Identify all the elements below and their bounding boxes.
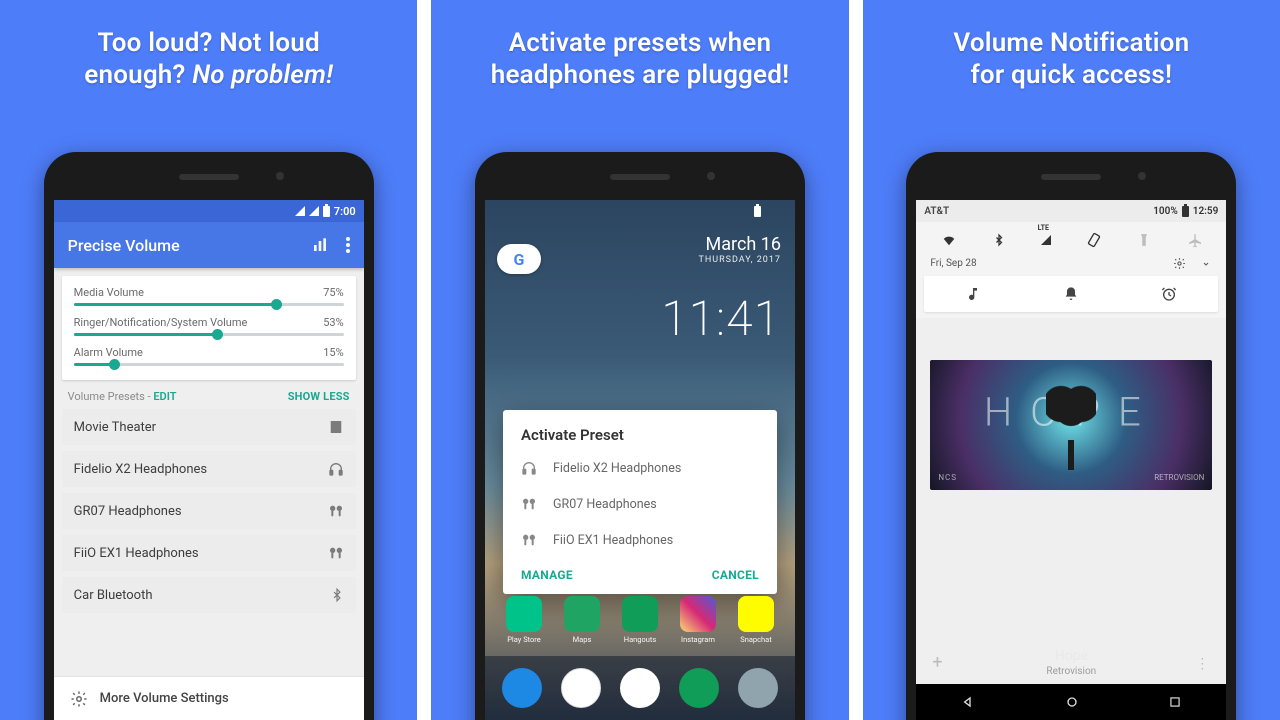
preset-gr07[interactable]: GR07 Headphones	[62, 493, 356, 529]
dock-camera[interactable]	[738, 668, 778, 708]
edit-link[interactable]: EDIT	[153, 390, 176, 403]
battery-icon	[323, 206, 330, 217]
app-hangouts[interactable]: Hangouts	[621, 596, 659, 644]
dock-chrome[interactable]	[561, 668, 601, 708]
cellular-toggle-icon[interactable]: LTE	[1041, 230, 1051, 249]
equalizer-icon[interactable]	[312, 237, 328, 253]
bluetooth-icon	[330, 587, 344, 603]
earbuds-icon	[521, 496, 539, 512]
expand-chevron-icon[interactable]	[1200, 260, 1212, 268]
dialog-manage-button[interactable]: MANAGE	[521, 568, 573, 582]
app-maps[interactable]: Maps	[563, 596, 601, 644]
nav-bar	[916, 684, 1226, 720]
dialog-title: Activate Preset	[503, 426, 777, 450]
earbuds-icon	[521, 532, 539, 548]
earbuds-icon	[328, 503, 344, 519]
show-less-button[interactable]: SHOW LESS	[288, 390, 350, 403]
activate-preset-dialog: Activate Preset Fidelio X2 Headphones GR…	[503, 410, 777, 594]
nav-recents-icon[interactable]	[1168, 695, 1182, 709]
app-playstore[interactable]: Play Store	[505, 596, 543, 644]
headphones-icon	[521, 460, 539, 476]
volume-notification-row	[924, 276, 1218, 312]
battery-icon	[754, 206, 761, 217]
dialog-item-fidelio[interactable]: Fidelio X2 Headphones	[503, 450, 777, 486]
flashlight-toggle-icon[interactable]	[1137, 232, 1151, 248]
more-settings-button[interactable]: More Volume Settings	[54, 676, 364, 720]
gear-icon	[70, 690, 88, 708]
rotation-toggle-icon[interactable]	[1086, 232, 1102, 248]
battery-icon	[1182, 206, 1189, 217]
headphones-icon	[328, 461, 344, 477]
tagline-1: Too loud? Not loud enough? No problem!	[62, 0, 355, 107]
bell-icon[interactable]	[1063, 286, 1079, 302]
dialog-item-gr07[interactable]: GR07 Headphones	[503, 486, 777, 522]
dock-drawer[interactable]	[620, 668, 660, 708]
home-dock	[485, 656, 795, 720]
app-instagram[interactable]: Instagram	[679, 596, 717, 644]
quick-settings-panel: AT&T 100% 12:59 LTE Fri, Sep 2	[916, 200, 1226, 318]
nav-home-icon[interactable]	[1064, 694, 1080, 710]
nav-back-icon[interactable]	[960, 694, 976, 710]
overflow-icon[interactable]	[346, 237, 350, 253]
album-art: HOPE NCS RETROVISION	[930, 360, 1212, 490]
music-note-icon[interactable]	[965, 286, 981, 302]
status-bar: 7:00	[54, 200, 364, 222]
status-bar: AT&T 100% 12:59	[916, 200, 1226, 222]
dialog-item-fiio[interactable]: FiiO EX1 Headphones	[503, 522, 777, 558]
dock-messages[interactable]	[679, 668, 719, 708]
dialog-cancel-button[interactable]: CANCEL	[712, 568, 759, 582]
carrier-label: AT&T	[924, 206, 949, 217]
promo-panel-3: Volume Notificationfor quick access! AT&…	[863, 0, 1280, 720]
airplane-toggle-icon[interactable]	[1187, 232, 1203, 248]
settings-gear-icon[interactable]	[1173, 257, 1186, 270]
preset-fiio[interactable]: FiiO EX1 Headphones	[62, 535, 356, 571]
earbuds-icon	[328, 545, 344, 561]
tagline-3: Volume Notificationfor quick access!	[931, 0, 1211, 107]
tagline-2: Activate presets whenheadphones are plug…	[469, 0, 811, 107]
track-title: Hope	[916, 648, 1226, 664]
app-title: Precise Volume	[68, 236, 180, 255]
phone-frame-3: AT&T 100% 12:59 LTE Fri, Sep 2	[906, 152, 1236, 720]
status-time: 7:00	[334, 205, 356, 218]
signal-icon	[309, 206, 319, 216]
promo-panel-1: Too loud? Not loud enough? No problem! 7…	[0, 0, 417, 720]
app-snapchat[interactable]: Snapchat	[737, 596, 775, 644]
track-artist: Retrovision	[916, 666, 1226, 677]
film-icon	[328, 419, 344, 435]
preset-list: Movie Theater Fidelio X2 Headphones GR07…	[54, 409, 364, 613]
phone-frame-2: 7:00 G March 16 THURSDAY, 2017 11:41 Act…	[475, 152, 805, 720]
app-bar: Precise Volume	[54, 222, 364, 268]
home-apps-row: Play Store Maps Hangouts Instagram Snapc…	[485, 596, 795, 644]
alarm-clock-icon[interactable]	[1161, 286, 1177, 302]
wifi-icon	[295, 206, 305, 216]
dock-phone[interactable]	[502, 668, 542, 708]
alarm-volume-row[interactable]: Alarm Volume15%	[74, 346, 344, 366]
preset-car-bluetooth[interactable]: Car Bluetooth	[62, 577, 356, 613]
home-date: March 16 THURSDAY, 2017	[698, 234, 781, 265]
qs-date: Fri, Sep 28	[930, 258, 976, 269]
wifi-toggle-icon[interactable]	[940, 233, 958, 247]
google-search-pill[interactable]: G	[497, 244, 541, 274]
ringer-volume-row[interactable]: Ringer/Notification/System Volume53%	[74, 316, 344, 336]
phone-frame-1: 7:00 Precise Volume Media Volume75% Ri	[44, 152, 374, 720]
preset-movie-theater[interactable]: Movie Theater	[62, 409, 356, 445]
home-clock: 11:41	[661, 290, 781, 347]
preset-fidelio[interactable]: Fidelio X2 Headphones	[62, 451, 356, 487]
volume-card: Media Volume75% Ringer/Notification/Syst…	[62, 276, 356, 380]
promo-panel-2: Activate presets whenheadphones are plug…	[431, 0, 848, 720]
bluetooth-toggle-icon[interactable]	[993, 232, 1005, 248]
presets-section-header: Volume Presets - EDIT SHOW LESS	[54, 380, 364, 409]
media-volume-row[interactable]: Media Volume75%	[74, 286, 344, 306]
